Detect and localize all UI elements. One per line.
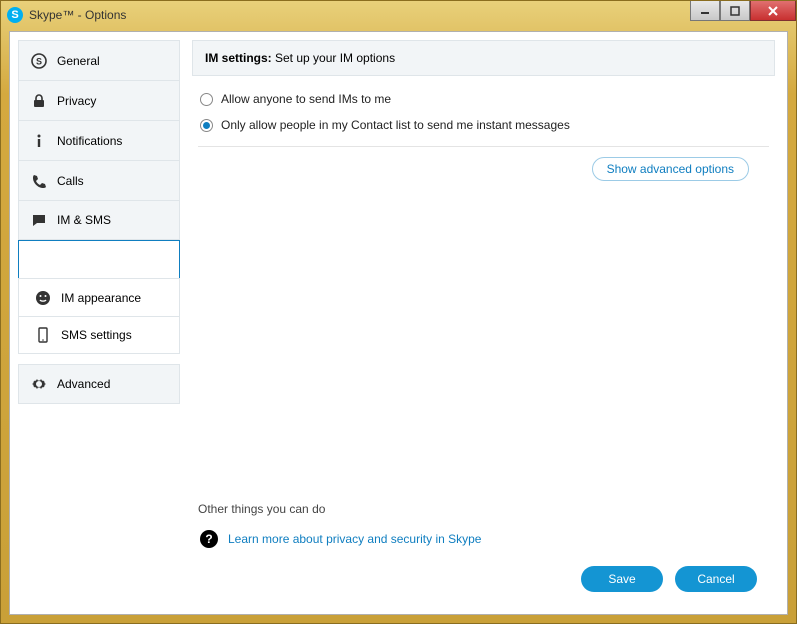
advanced-wrap: Show advanced options xyxy=(198,157,769,181)
footer: Save Cancel xyxy=(192,556,775,606)
radio-label: Only allow people in my Contact list to … xyxy=(221,118,570,132)
sidebar-gap xyxy=(18,354,180,364)
sidebar-item-general[interactable]: S General xyxy=(18,40,180,80)
minimize-button[interactable] xyxy=(690,1,720,21)
sidebar-item-label: IM & SMS xyxy=(57,213,111,227)
radio-icon xyxy=(200,119,213,132)
sidebar-item-im-appearance[interactable]: IM appearance xyxy=(18,278,180,316)
panel-header-subtitle: Set up your IM options xyxy=(272,51,395,65)
info-icon xyxy=(31,133,47,149)
sidebar-item-label: SMS settings xyxy=(61,328,132,342)
sidebar-item-privacy[interactable]: Privacy xyxy=(18,80,180,120)
chat-icon xyxy=(31,212,47,228)
radio-icon xyxy=(200,93,213,106)
maximize-button[interactable] xyxy=(720,1,750,21)
mobile-icon xyxy=(35,327,51,343)
sidebar-item-calls[interactable]: Calls xyxy=(18,160,180,200)
svg-text:S: S xyxy=(36,56,42,66)
divider xyxy=(198,146,769,147)
other-things-title: Other things you can do xyxy=(198,502,769,516)
spacer xyxy=(198,181,769,502)
radio-label: Allow anyone to send IMs to me xyxy=(221,92,391,106)
sidebar-item-notifications[interactable]: Notifications xyxy=(18,120,180,160)
learn-more-link[interactable]: Learn more about privacy and security in… xyxy=(228,532,481,546)
maximize-icon xyxy=(730,6,740,16)
gear-icon xyxy=(31,376,47,392)
sidebar-item-sms-settings[interactable]: SMS settings xyxy=(18,316,180,354)
sidebar-item-label: Advanced xyxy=(57,377,110,391)
main-panel: IM settings: Set up your IM options Allo… xyxy=(180,32,787,614)
cancel-button[interactable]: Cancel xyxy=(675,566,757,592)
panel-header-title: IM settings: xyxy=(205,51,272,65)
radio-contacts-only[interactable]: Only allow people in my Contact list to … xyxy=(198,116,769,142)
phone-icon xyxy=(31,173,47,189)
close-icon xyxy=(767,6,779,16)
sidebar-item-advanced[interactable]: Advanced xyxy=(18,364,180,404)
learn-more-row: ? Learn more about privacy and security … xyxy=(198,530,769,548)
content-area: S General Privacy Notifications xyxy=(9,31,788,615)
main-split: S General Privacy Notifications xyxy=(10,32,787,614)
window-title: Skype™ - Options xyxy=(29,8,126,22)
window-controls xyxy=(690,1,796,21)
sidebar-item-label: General xyxy=(57,54,100,68)
close-button[interactable] xyxy=(750,1,796,21)
sidebar-item-label: Privacy xyxy=(57,94,96,108)
titlebar: S Skype™ - Options xyxy=(1,1,796,29)
smiley-icon xyxy=(35,290,51,306)
minimize-icon xyxy=(700,6,710,16)
sidebar: S General Privacy Notifications xyxy=(10,32,180,614)
lock-icon xyxy=(31,93,47,109)
save-button[interactable]: Save xyxy=(581,566,663,592)
panel-body: Allow anyone to send IMs to me Only allo… xyxy=(192,76,775,556)
show-advanced-button[interactable]: Show advanced options xyxy=(592,157,749,181)
sidebar-item-label: Calls xyxy=(57,174,84,188)
sidebar-item-im-settings[interactable]: IM settings xyxy=(18,240,180,278)
help-icon: ? xyxy=(200,530,218,548)
skype-logo-icon: S xyxy=(7,7,23,23)
sidebar-item-label: IM appearance xyxy=(61,291,141,305)
sidebar-item-im-sms[interactable]: IM & SMS xyxy=(18,200,180,240)
chat-icon xyxy=(35,252,51,268)
radio-allow-anyone[interactable]: Allow anyone to send IMs to me xyxy=(198,90,769,116)
window-frame: S Skype™ - Options S General xyxy=(0,0,797,624)
panel-header: IM settings: Set up your IM options xyxy=(192,40,775,76)
skype-icon: S xyxy=(31,53,47,69)
sidebar-item-label: Notifications xyxy=(57,134,122,148)
sidebar-item-label: IM settings xyxy=(61,253,119,267)
